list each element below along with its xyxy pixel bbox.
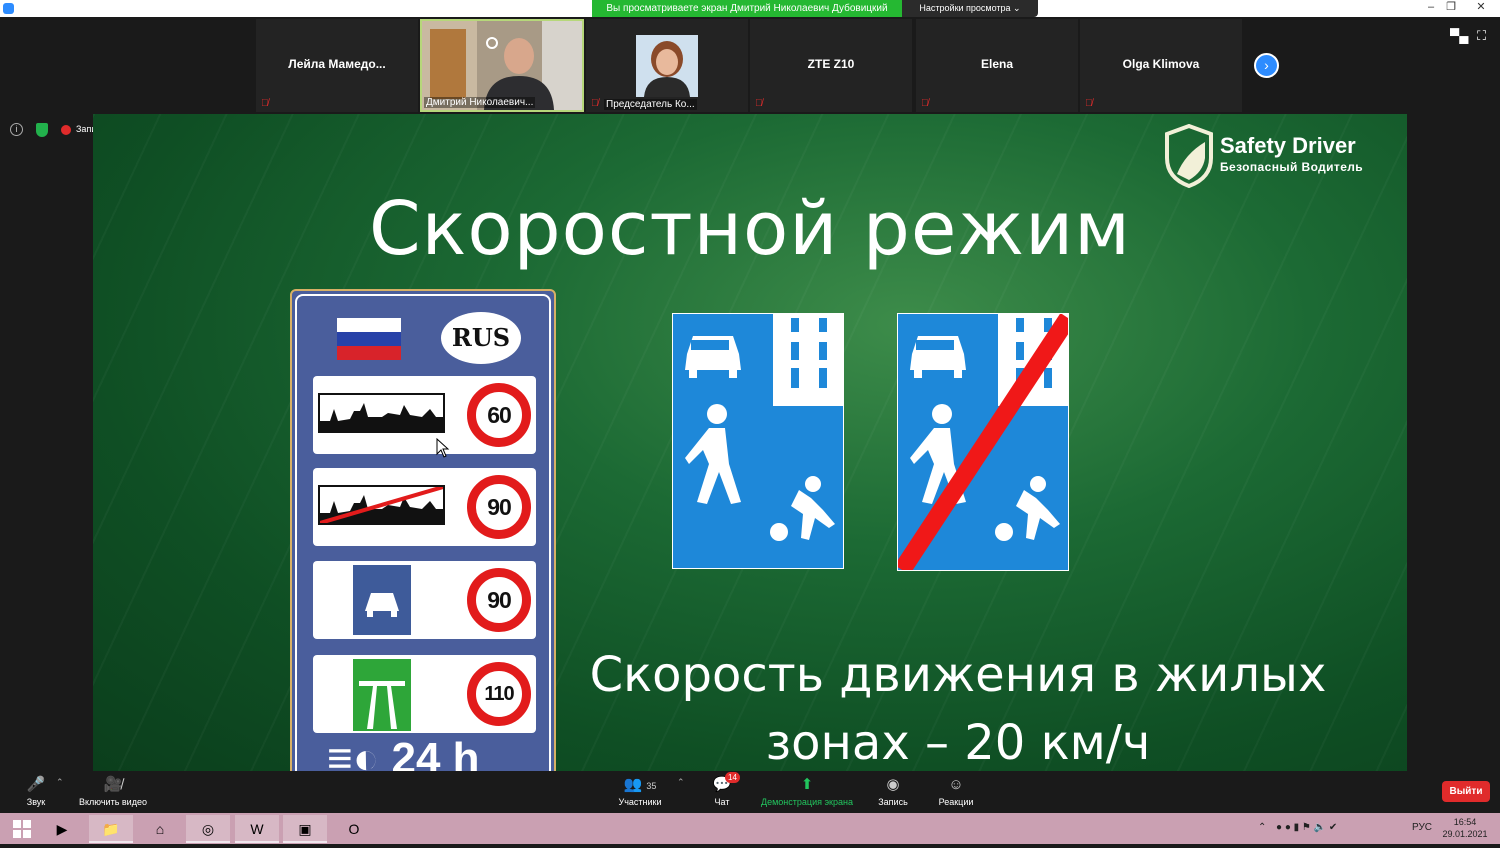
motorway-icon xyxy=(353,659,411,731)
share-screen-icon: ⬆ xyxy=(800,776,814,793)
security-shield-icon[interactable] xyxy=(36,123,48,137)
rus-label: RUS xyxy=(441,312,521,364)
brand-subtitle: Безопасный Водитель xyxy=(1220,160,1364,174)
shared-screen-slide: Скоростной режим Safety Driver Безопасны… xyxy=(93,114,1407,771)
caption-line-1: Скорость движения в жилых xyxy=(589,647,1327,703)
outlook-icon[interactable]: O xyxy=(332,815,376,843)
home-icon[interactable]: ⌂ xyxy=(138,815,182,843)
participant-name: Elena xyxy=(980,57,1013,71)
media-player-icon[interactable]: ▶ xyxy=(40,815,84,843)
participants-icon: 👥 35 xyxy=(623,776,657,793)
muted-mic-icon: 🎙̸ xyxy=(591,98,599,109)
reaction-smiley-icon: ☺ xyxy=(948,776,964,793)
speed-sign: 90 xyxy=(467,475,531,539)
participant-caption: Председатель Ко... xyxy=(604,99,697,110)
reactions-button[interactable]: ☺ Реакции xyxy=(936,775,976,807)
limit-row-town: 60 xyxy=(313,376,536,454)
windows-taskbar: ▶ 📁 ⌂ ◎ W ▣ O ⌃ ● ● ▮ ⚑ 🔈 ✔ РУС 16:54 29… xyxy=(0,813,1500,844)
slide-caption: Скорость движения в жилых зонах – 20 км/… xyxy=(563,641,1353,771)
brand-logo: Safety Driver Безопасный Водитель xyxy=(1165,124,1401,190)
chat-unread-badge: 14 xyxy=(725,772,740,783)
headlight-icon: ≡◐ xyxy=(327,734,392,771)
tray-overflow-icon[interactable]: ⌃ xyxy=(1258,822,1266,833)
russia-flag-icon xyxy=(337,318,401,360)
share-screen-button[interactable]: ⬆ Демонстрация экрана xyxy=(758,775,856,807)
recording-dot-icon xyxy=(61,125,71,135)
participant-caption: Дмитрий Николаевич... xyxy=(424,97,536,108)
windows-start-icon[interactable] xyxy=(0,815,44,843)
meeting-toolbar: 🎤 Звук ⌃ 🎥̸ Включить видео 👥 35 Участник… xyxy=(0,771,1500,813)
participants-button[interactable]: 👥 35 Участники xyxy=(614,775,666,807)
share-banner: Вы просматриваете экран Дмитрий Николаев… xyxy=(592,0,902,17)
participant-name: ZTE Z10 xyxy=(807,57,855,71)
system-clock[interactable]: 16:54 29.01.2021 xyxy=(1440,816,1490,840)
participant-tile[interactable]: Elena 🎙̸ xyxy=(916,19,1078,112)
participant-name: Olga Klimova xyxy=(1122,57,1200,71)
leave-meeting-button[interactable]: Выйти xyxy=(1442,781,1490,802)
zoom-app-icon[interactable]: ▣ xyxy=(283,815,327,843)
car-road-icon xyxy=(353,565,411,635)
muted-mic-icon: 🎙̸ xyxy=(755,98,763,109)
chrome-icon[interactable]: ◎ xyxy=(186,815,230,843)
participant-name: Лейла Мамедо... xyxy=(288,57,386,71)
input-language[interactable]: РУС xyxy=(1412,822,1432,833)
word-icon[interactable]: W xyxy=(235,815,279,843)
town-icon xyxy=(318,393,445,433)
speed-sign: 110 xyxy=(467,662,531,726)
speed-sign: 60 xyxy=(467,383,531,447)
participant-tile[interactable]: Лейла Мамедо... 🎙̸ xyxy=(256,19,418,112)
end-residential-zone-sign xyxy=(897,313,1069,571)
participant-tile[interactable]: 🎙̸ Председатель Ко... xyxy=(586,19,748,112)
speed-limits-plate: RUS 60 90 90 110 ≡◐ 24 h xyxy=(290,289,556,771)
headlights-24h-label: ≡◐ 24 h xyxy=(327,734,480,771)
record-button[interactable]: ◉ Запись xyxy=(876,775,910,807)
audio-button[interactable]: 🎤 Звук xyxy=(24,775,48,807)
muted-mic-icon: 🎙̸ xyxy=(1085,98,1093,109)
info-icon[interactable]: i xyxy=(10,123,23,136)
next-page-arrow-icon[interactable]: › xyxy=(1254,53,1279,78)
window-titlebar: Вы просматриваете экран Дмитрий Николаев… xyxy=(0,0,1500,17)
close-window-button[interactable]: ✕ xyxy=(1466,0,1496,17)
video-off-icon: 🎥̸ xyxy=(103,776,123,793)
slide-title: Скоростной режим xyxy=(368,186,1132,272)
record-icon: ◉ xyxy=(886,776,900,793)
participant-photo xyxy=(636,35,698,97)
muted-mic-icon: 🎙̸ xyxy=(921,98,929,109)
limit-row-motorway: 110 xyxy=(313,655,536,733)
end-town-icon xyxy=(318,485,445,525)
tray-app-icons[interactable]: ● ● ▮ ⚑ 🔈 ✔ xyxy=(1276,822,1337,833)
clock-time: 16:54 xyxy=(1453,817,1477,827)
limit-row-outside-town: 90 xyxy=(313,468,536,546)
restore-button[interactable]: ❐ xyxy=(1436,0,1466,17)
zoom-logo-icon xyxy=(3,3,14,14)
microphone-icon: 🎤 xyxy=(26,776,46,793)
participant-tile-active[interactable]: Дмитрий Николаевич... xyxy=(420,19,584,112)
brand-shield-icon xyxy=(1165,124,1213,188)
audio-options-chevron-icon[interactable]: ⌃ xyxy=(56,777,64,788)
brand-name: Safety Driver xyxy=(1220,133,1356,158)
file-explorer-icon[interactable]: 📁 xyxy=(89,815,133,843)
participant-tile[interactable]: Olga Klimova 🎙̸ xyxy=(1080,19,1242,112)
limit-row-expressway: 90 xyxy=(313,561,536,639)
caption-line-2: зонах – 20 км/ч xyxy=(765,715,1151,771)
speed-sign: 90 xyxy=(467,568,531,632)
muted-mic-icon: 🎙̸ xyxy=(261,98,269,109)
mouse-cursor-icon xyxy=(436,438,450,458)
fullscreen-icon[interactable]: ⛶ xyxy=(1477,28,1486,44)
participant-tile[interactable]: ZTE Z10 🎙̸ xyxy=(750,19,912,112)
video-button[interactable]: 🎥̸ Включить видео xyxy=(74,775,152,807)
participants-options-chevron-icon[interactable]: ⌃ xyxy=(677,777,685,788)
view-options-button[interactable]: Настройки просмотра ⌄ xyxy=(902,0,1038,17)
residential-zone-sign xyxy=(672,313,844,569)
view-layout-icon[interactable]: ▀▄ xyxy=(1450,28,1468,43)
clock-date: 29.01.2021 xyxy=(1442,829,1488,839)
